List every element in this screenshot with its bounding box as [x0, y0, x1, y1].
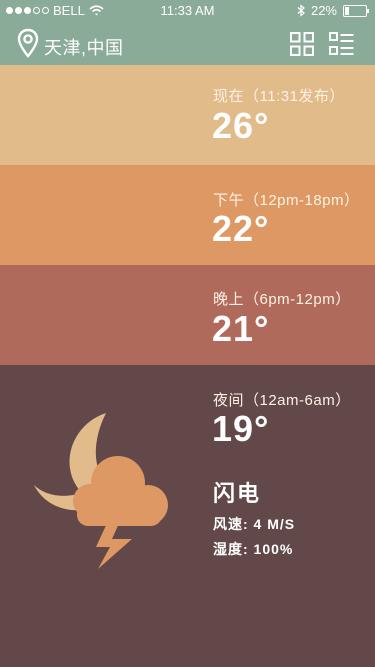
- location-label[interactable]: 天津,中国: [44, 34, 124, 60]
- moon-cloud-lightning-icon: [34, 413, 168, 569]
- forecast-evening[interactable]: 晚上（6pm-12pm） 21°: [0, 265, 375, 365]
- list-view-icon[interactable]: [328, 31, 356, 57]
- forecast-now[interactable]: 现在（11:31发布） 26°: [0, 65, 375, 165]
- wind-speed: 风速: 4 M/S: [213, 516, 296, 532]
- temperature: 19°: [212, 408, 270, 449]
- location-pin-icon[interactable]: [17, 28, 39, 58]
- status-right: 22%: [297, 3, 369, 18]
- period-label: 下午（12pm-18pm）: [213, 192, 360, 209]
- forecast-afternoon[interactable]: 下午（12pm-18pm） 22°: [0, 165, 375, 265]
- period-label: 晚上（6pm-12pm）: [213, 291, 351, 308]
- temperature: 21°: [212, 308, 270, 349]
- temperature: 26°: [212, 105, 270, 146]
- period-label: 夜间（12am-6am）: [213, 392, 351, 409]
- temperature: 22°: [212, 208, 270, 249]
- humidity: 湿度: 100%: [213, 541, 294, 557]
- period-label: 现在（11:31发布）: [213, 88, 345, 105]
- grid-view-icon[interactable]: [289, 31, 315, 57]
- weather-condition: 闪电: [213, 481, 262, 506]
- bluetooth-icon: [297, 4, 305, 17]
- lightning-bolt-shape: [96, 521, 132, 569]
- status-bar: BELL 11:33 AM 22%: [0, 0, 375, 22]
- app-header: 天津,中国: [0, 22, 375, 65]
- battery-percent: 22%: [310, 3, 337, 18]
- battery-icon: [343, 4, 369, 17]
- forecast-night[interactable]: 夜间（12am-6am） 19° 闪电 风速: 4 M/S 湿度: 100%: [0, 365, 375, 667]
